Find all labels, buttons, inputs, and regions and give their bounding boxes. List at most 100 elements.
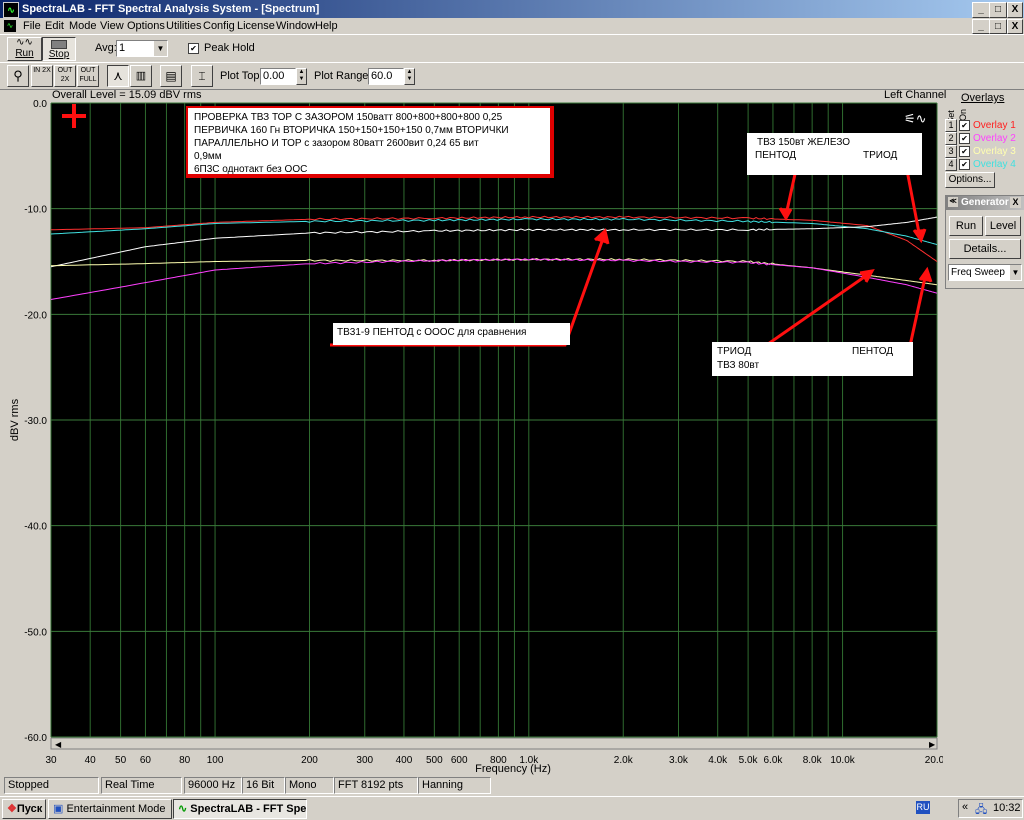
- system-tray: « 🖧 10:32: [958, 799, 1023, 818]
- language-indicator[interactable]: RU: [916, 801, 930, 814]
- overlay-row-4[interactable]: 4 ✔ Overlay 4: [943, 158, 1024, 171]
- scroll-left-icon[interactable]: ◀: [55, 740, 62, 749]
- overlay-3-label: Overlay 3: [973, 146, 1016, 157]
- overlay-4-label: Overlay 4: [973, 159, 1016, 170]
- maximize-button[interactable]: □: [989, 2, 1007, 18]
- generator-level-button[interactable]: Level: [985, 216, 1021, 236]
- run-label: Run: [15, 48, 34, 59]
- y-axis-label: dBV rms: [9, 398, 21, 441]
- table-icon[interactable]: ▤: [160, 65, 182, 87]
- overlay-2-label: Overlay 2: [973, 133, 1016, 144]
- plot-range-spinner[interactable]: ▲ ▼: [404, 68, 415, 85]
- overlays-title: Overlays: [961, 92, 1005, 104]
- status-sample-rate: 96000 Hz: [184, 777, 242, 794]
- note-tvz-150-pentode: ПЕНТОД: [755, 150, 797, 161]
- menu-config[interactable]: Config: [203, 18, 235, 34]
- generator-run-button[interactable]: Run: [949, 216, 983, 236]
- line-plot-icon[interactable]: ⋏: [107, 65, 129, 87]
- network-icon[interactable]: 🖧: [975, 801, 987, 820]
- horizontal-scrollbar[interactable]: [50, 737, 938, 750]
- task-spectralab[interactable]: ∿ SpectraLAB - FFT Spe...: [173, 799, 307, 819]
- menu-window[interactable]: Window: [276, 18, 315, 34]
- plot-top-spinner[interactable]: ▲ ▼: [296, 68, 307, 85]
- overlay-1-label: Overlay 1: [973, 120, 1016, 131]
- zoom-out-2x-button[interactable]: OUT 2X: [54, 65, 76, 87]
- zoom-icon[interactable]: ⚲: [7, 65, 29, 87]
- note-line-1: ПРОВЕРКА ТВЗ ТОР С ЗАЗОРОМ 150ватт 800+8…: [194, 112, 503, 123]
- avg-select[interactable]: 1 ▼: [116, 40, 168, 57]
- chevron-down-icon[interactable]: ▼: [154, 41, 167, 56]
- overlay-1-set-button[interactable]: 1: [945, 119, 957, 132]
- overlay-row-1[interactable]: 1 ✔ Overlay 1: [943, 119, 1024, 132]
- peak-hold-label: Peak Hold: [204, 42, 255, 54]
- menu-utilities[interactable]: Utilities: [166, 18, 201, 34]
- chevron-down-icon[interactable]: ▼: [1010, 265, 1021, 280]
- overlay-row-2[interactable]: 2 ✔ Overlay 2: [943, 132, 1024, 145]
- status-channels: Mono: [285, 777, 334, 794]
- x-tick-label: 6.0k: [763, 755, 783, 766]
- overlay-3-set-button[interactable]: 3: [945, 145, 957, 158]
- menu-mode[interactable]: Mode: [69, 18, 97, 34]
- task-entertainment-label: Entertainment Mode: [66, 803, 166, 815]
- generator-icon: ≪: [948, 197, 958, 207]
- start-button[interactable]: ❖Пуск: [2, 799, 46, 819]
- overlay-1-checkbox[interactable]: ✔: [959, 120, 970, 131]
- generator-close-button[interactable]: X: [1010, 197, 1021, 208]
- run-button[interactable]: ∿∿ Run: [7, 37, 42, 61]
- scale-icon[interactable]: ⌶: [191, 65, 213, 87]
- overlay-row-3[interactable]: 3 ✔ Overlay 3: [943, 145, 1024, 158]
- zoom-in-2x-button[interactable]: IN 2X: [31, 65, 53, 87]
- sine-icon: ∿∿: [16, 37, 33, 48]
- scroll-right-icon[interactable]: ▶: [929, 740, 936, 749]
- overlay-4-set-button[interactable]: 4: [945, 158, 957, 171]
- spectrum-chart[interactable]: 0.0 -10.0 -20.0 -30.0 -40.0 -50.0 -60.0 30 40 50…: [0, 88, 943, 776]
- close-button[interactable]: X: [1007, 2, 1023, 18]
- menu-help[interactable]: Help: [315, 18, 338, 34]
- overlay-2-set-button[interactable]: 2: [945, 132, 957, 145]
- peak-hold-checkbox[interactable]: ✔: [188, 43, 199, 54]
- note-tv31-9: ТВ31-9 ПЕНТОД с ОООС для сравнения: [333, 323, 570, 345]
- x-tick-label: 100: [207, 755, 224, 766]
- avg-value: 1: [119, 42, 126, 54]
- generator-details-button[interactable]: Details...: [949, 239, 1021, 259]
- doc-restore-button[interactable]: □: [989, 19, 1007, 34]
- bar-plot-icon[interactable]: ▥: [130, 65, 152, 87]
- status-mode: Real Time: [101, 777, 182, 794]
- spectrum-icon: ∿: [178, 803, 188, 815]
- windows-logo-icon: ❖: [7, 803, 17, 815]
- note-line-3: ПАРАЛЛЕЛЬНО И ТОР с зазором 80ватт 2600в…: [194, 138, 479, 149]
- menu-options[interactable]: Options: [127, 18, 165, 34]
- stop-icon: [51, 40, 67, 49]
- stop-label: Stop: [48, 49, 70, 60]
- menu-file[interactable]: File: [23, 18, 41, 34]
- note-tvz-150: ТВЗ 150вт ЖЕЛЕЗО ПЕНТОД ТРИОД: [747, 133, 922, 175]
- stop-button[interactable]: Stop: [42, 37, 76, 61]
- document-icon: ∿: [4, 20, 16, 32]
- menu-edit[interactable]: Edit: [45, 18, 64, 34]
- doc-close-button[interactable]: X: [1007, 19, 1023, 34]
- zoom-out-full-button[interactable]: OUT FULL: [77, 65, 99, 87]
- generator-title-bar[interactable]: ≪ Generator X: [946, 196, 1024, 210]
- window-icon: ▣: [53, 803, 64, 815]
- task-entertainment-mode[interactable]: ▣ Entertainment Mode: [48, 799, 172, 819]
- note-tvz-80-sub: ТВЗ 80вт: [717, 360, 760, 371]
- doc-minimize-button[interactable]: _: [972, 19, 990, 34]
- x-tick-label: 3.0k: [669, 755, 689, 766]
- plot-range-input[interactable]: 60.0: [368, 68, 404, 85]
- minimize-button[interactable]: _: [972, 2, 990, 18]
- tray-expand-icon[interactable]: «: [962, 801, 968, 813]
- y-tick-label: -30.0: [24, 416, 47, 427]
- menu-license[interactable]: License: [237, 18, 275, 34]
- generator-mode-select[interactable]: Freq Sweep ▼: [948, 264, 1022, 281]
- overlay-2-checkbox[interactable]: ✔: [959, 133, 970, 144]
- overlay-3-checkbox[interactable]: ✔: [959, 146, 970, 157]
- spectrum-icon: ∿: [3, 2, 19, 18]
- x-tick-label: 60: [140, 755, 152, 766]
- overlay-4-checkbox[interactable]: ✔: [959, 159, 970, 170]
- overlays-options-button[interactable]: Options...: [945, 172, 995, 188]
- note-test-description: ПРОВЕРКА ТВЗ ТОР С ЗАЗОРОМ 150ватт 800+8…: [186, 106, 554, 178]
- plot-mode-icon[interactable]: ⚟∿: [904, 111, 927, 126]
- plot-top-input[interactable]: 0.00: [260, 68, 296, 85]
- y-tick-label: 0.0: [33, 99, 47, 110]
- menu-view[interactable]: View: [100, 18, 124, 34]
